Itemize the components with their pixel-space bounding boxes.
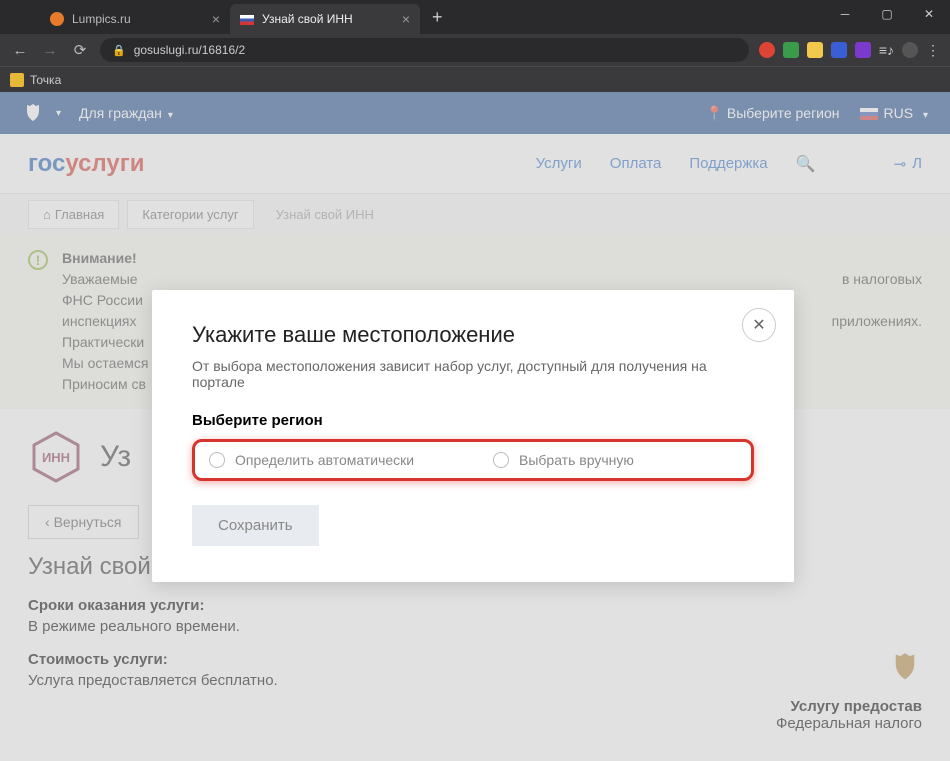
new-tab-button[interactable]: +	[432, 7, 443, 28]
radio-icon	[209, 452, 225, 468]
extension-icon[interactable]	[807, 42, 823, 58]
modal-title: Укажите ваше местоположение	[192, 322, 754, 348]
favicon-icon	[50, 12, 64, 26]
profile-avatar[interactable]	[902, 42, 918, 58]
tab-close-icon[interactable]: ×	[402, 11, 410, 27]
address-bar[interactable]: 🔒 gosuslugi.ru/16816/2	[100, 38, 749, 62]
window-minimize[interactable]: ─	[824, 0, 866, 28]
nav-back-icon[interactable]: ←	[10, 42, 30, 59]
browser-tab-active[interactable]: Узнай свой ИНН ×	[230, 4, 420, 34]
window-maximize[interactable]: ▢	[866, 0, 908, 28]
radio-auto-detect[interactable]: Определить автоматически	[209, 452, 453, 468]
browser-chrome: ─ ▢ ✕ Lumpics.ru × Узнай свой ИНН × + ← …	[0, 0, 950, 66]
window-close[interactable]: ✕	[908, 0, 950, 28]
tab-close-icon[interactable]: ×	[212, 11, 220, 27]
radio-manual[interactable]: Выбрать вручную	[493, 452, 737, 468]
region-options-highlighted: Определить автоматически Выбрать вручную	[192, 439, 754, 481]
extension-icon[interactable]	[759, 42, 775, 58]
lock-icon: 🔒	[112, 44, 126, 57]
region-label: Выберите регион	[192, 412, 754, 429]
bookmark-item[interactable]: Точка	[30, 73, 61, 87]
tab-title: Узнай свой ИНН	[262, 12, 353, 26]
location-modal: ✕ Укажите ваше местоположение От выбора …	[152, 290, 794, 582]
extension-icon[interactable]	[831, 42, 847, 58]
bookmarks-bar: Точка	[0, 66, 950, 92]
bookmark-folder-icon	[10, 73, 24, 87]
modal-subtitle: От выбора местоположения зависит набор у…	[192, 358, 754, 390]
radio-icon	[493, 452, 509, 468]
modal-close-button[interactable]: ✕	[742, 308, 776, 342]
extension-icon[interactable]	[783, 42, 799, 58]
nav-forward-icon[interactable]: →	[40, 42, 60, 59]
extension-icon[interactable]	[855, 42, 871, 58]
tab-title: Lumpics.ru	[72, 12, 131, 26]
playlist-icon[interactable]: ≡♪	[879, 42, 894, 58]
url-text: gosuslugi.ru/16816/2	[134, 43, 245, 57]
browser-menu-icon[interactable]: ⋮	[926, 42, 940, 59]
save-button[interactable]: Сохранить	[192, 505, 319, 546]
browser-tab[interactable]: Lumpics.ru ×	[40, 4, 230, 34]
nav-reload-icon[interactable]: ⟳	[70, 41, 90, 59]
favicon-icon	[240, 12, 254, 26]
